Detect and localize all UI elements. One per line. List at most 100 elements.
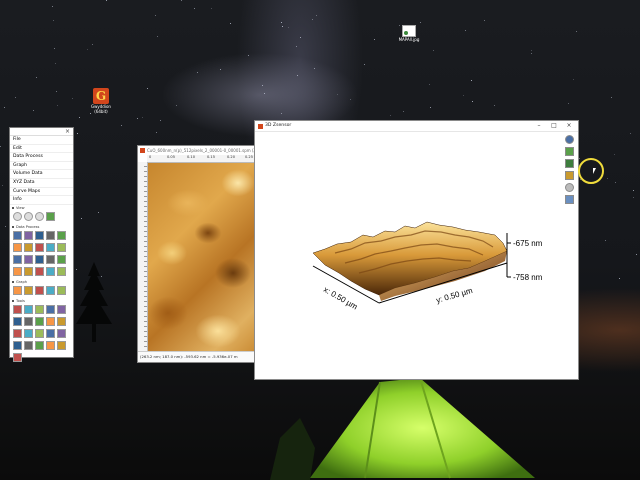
desktop-icon-mapall[interactable]: MAPAll.jpg <box>392 25 426 42</box>
star <box>5 226 6 227</box>
zoom-out-icon[interactable] <box>24 211 33 221</box>
tool-tool-icon[interactable] <box>35 328 44 338</box>
data-process-tool-icon[interactable] <box>13 242 22 252</box>
graph-tool-icon[interactable] <box>13 285 22 295</box>
gwyddion-toolbox-window: × File Edit Data Process Graph Volume Da… <box>9 127 74 362</box>
data-window-status: (263.2 nm; 187.0 nm): -593.62 nm = -5.93… <box>138 351 258 362</box>
data-process-tool-icon[interactable] <box>24 266 33 276</box>
zoom-in-icon[interactable] <box>13 211 22 221</box>
tool-tool-icon[interactable] <box>46 304 55 314</box>
star <box>264 93 265 94</box>
tool-tool-icon[interactable] <box>13 352 22 362</box>
move-icon[interactable] <box>565 159 574 168</box>
data-process-tool-icon[interactable] <box>57 242 66 252</box>
desktop-icon-gwyddion[interactable]: G Gwyddion (64bit) <box>88 88 114 114</box>
star <box>296 46 297 47</box>
data-process-tool-icon[interactable] <box>57 254 66 264</box>
tool-tool-icon[interactable] <box>24 316 33 326</box>
tool-tool-icon[interactable] <box>57 316 66 326</box>
maximize-icon[interactable]: □ <box>549 121 559 131</box>
tool-tool-icon[interactable] <box>13 340 22 350</box>
section-tools[interactable]: Tools <box>10 298 73 304</box>
section-view[interactable]: View <box>10 205 73 211</box>
minimize-icon[interactable]: – <box>534 121 544 131</box>
color-scale-icon[interactable] <box>565 171 574 180</box>
menu-info[interactable]: Info <box>10 196 73 205</box>
menu-data-process[interactable]: Data Process <box>10 153 73 162</box>
3d-surface-view[interactable]: x: 0.50 µm y: 0.50 µm -675 nm -758 nm <box>255 131 560 377</box>
scale-icon[interactable] <box>565 147 574 156</box>
data-process-tool-icon[interactable] <box>46 242 55 252</box>
data-process-tool-icon[interactable] <box>24 242 33 252</box>
menu-graph[interactable]: Graph <box>10 162 73 171</box>
data-process-tool-icon[interactable] <box>24 230 33 240</box>
save-icon[interactable] <box>565 195 574 204</box>
zoom-fit-icon[interactable] <box>35 211 44 221</box>
tool-tool-icon[interactable] <box>13 316 22 326</box>
graph-tool-icon[interactable] <box>46 285 55 295</box>
data-process-tool-icon[interactable] <box>35 230 44 240</box>
tool-tool-icon[interactable] <box>46 316 55 326</box>
section-graph[interactable]: Graph <box>10 279 73 285</box>
data-process-tool-icon[interactable] <box>57 266 66 276</box>
3d-view-icon[interactable] <box>46 211 55 221</box>
tool-tool-icon[interactable] <box>24 328 33 338</box>
star <box>160 120 161 121</box>
close-icon[interactable]: × <box>564 121 574 131</box>
menu-curve-maps[interactable]: Curve Maps <box>10 188 73 197</box>
menu-file[interactable]: File <box>10 136 73 145</box>
surface-body <box>312 221 508 296</box>
3d-window-title: 3D Zsensor <box>265 123 292 128</box>
star <box>471 80 472 81</box>
rotate-icon[interactable] <box>565 135 574 144</box>
data-process-tool-icon[interactable] <box>35 266 44 276</box>
star <box>484 20 485 21</box>
tool-tool-icon[interactable] <box>35 304 44 314</box>
data-process-tool-icon[interactable] <box>13 254 22 264</box>
section-data-process[interactable]: Data Process <box>10 224 73 230</box>
tool-tool-icon[interactable] <box>13 328 22 338</box>
light-icon[interactable] <box>565 183 574 192</box>
menu-volume-data[interactable]: Volume Data <box>10 170 73 179</box>
star <box>53 20 54 21</box>
tool-tool-icon[interactable] <box>57 304 66 314</box>
mouse-pointer-icon <box>593 168 596 174</box>
graph-tool-icon[interactable] <box>57 285 66 295</box>
tool-tool-icon[interactable] <box>57 340 66 350</box>
menu-edit[interactable]: Edit <box>10 145 73 154</box>
star <box>494 105 495 106</box>
data-process-tool-icon[interactable] <box>46 266 55 276</box>
data-process-tool-icon[interactable] <box>13 230 22 240</box>
star <box>81 218 82 219</box>
data-process-tool-icon[interactable] <box>46 230 55 240</box>
star <box>630 133 631 134</box>
data-process-tool-icon[interactable] <box>46 254 55 264</box>
tool-tool-icon[interactable] <box>35 340 44 350</box>
star <box>248 55 249 56</box>
star <box>36 77 37 78</box>
z-max-label: -675 nm <box>513 239 543 248</box>
star <box>56 91 57 92</box>
tool-tool-icon[interactable] <box>46 328 55 338</box>
menu-xyz-data[interactable]: XYZ Data <box>10 179 73 188</box>
star <box>106 0 107 1</box>
data-process-tool-icon[interactable] <box>24 254 33 264</box>
star <box>337 94 338 95</box>
star <box>211 8 212 9</box>
data-process-tool-icon[interactable] <box>57 230 66 240</box>
tool-tool-icon[interactable] <box>46 340 55 350</box>
tool-tool-icon[interactable] <box>24 340 33 350</box>
tool-tool-icon[interactable] <box>13 304 22 314</box>
graph-tool-icon[interactable] <box>35 285 44 295</box>
graph-tool-icon[interactable] <box>24 285 33 295</box>
close-icon[interactable]: × <box>65 128 70 135</box>
tool-tool-icon[interactable] <box>35 316 44 326</box>
tool-tool-icon[interactable] <box>57 328 66 338</box>
data-process-tool-icon[interactable] <box>35 254 44 264</box>
tool-tool-icon[interactable] <box>24 304 33 314</box>
afm-height-image[interactable] <box>148 163 258 351</box>
data-process-tool-icon[interactable] <box>13 266 22 276</box>
data-process-tool-icon[interactable] <box>35 242 44 252</box>
star <box>92 44 93 45</box>
star <box>472 101 473 102</box>
